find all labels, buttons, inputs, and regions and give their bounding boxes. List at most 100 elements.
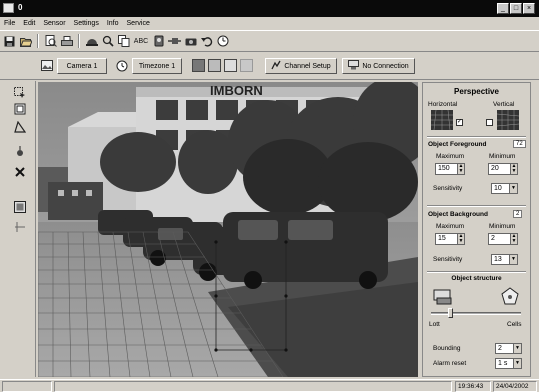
structure-title: Object structure <box>451 275 502 282</box>
delete-tool-icon[interactable] <box>13 166 27 180</box>
menu-settings[interactable]: Settings <box>74 20 99 27</box>
spin-arrows-icon[interactable]: ▲ ▼ <box>510 234 517 244</box>
horizontal-label: Horizontal <box>428 101 458 108</box>
camera-button-label: Camera 1 <box>66 62 98 70</box>
background-badge: 2 <box>513 210 523 218</box>
maximize-button[interactable]: □ <box>510 3 522 14</box>
magnifier-icon[interactable] <box>101 35 114 48</box>
separator <box>427 136 526 138</box>
menu-service[interactable]: Service <box>127 20 150 27</box>
no-connection-label: No Connection <box>362 62 409 70</box>
camera-icon[interactable] <box>184 35 197 48</box>
foreground-sensitivity-value: 10 <box>494 185 502 192</box>
horizontal-checkbox[interactable]: ✓ <box>456 119 463 126</box>
vertical-checkbox[interactable] <box>486 119 493 126</box>
background-sensitivity-select[interactable]: 13 ▼ <box>491 254 518 265</box>
abc-icon[interactable]: ABC <box>133 35 149 48</box>
separator <box>427 271 526 273</box>
select-tool-icon[interactable] <box>13 87 27 101</box>
background-sensitivity-label: Sensitivity <box>433 256 463 263</box>
foreground-minimum-value: 20 <box>491 165 499 172</box>
background-maximum-stepper[interactable]: 15 ▲ ▼ <box>435 233 465 245</box>
main-toolbar: ABC <box>0 30 539 52</box>
no-connection-button[interactable]: No Connection <box>342 58 415 74</box>
alarm-reset-select[interactable]: 1 s ▼ <box>495 358 522 369</box>
bounding-select[interactable]: 2 ▼ <box>495 343 522 354</box>
structure-right-label: Cells <box>507 321 522 328</box>
timezone-button[interactable]: Timezone 1 <box>132 58 182 74</box>
structure-slider-track[interactable] <box>431 312 521 315</box>
channel-setup-button[interactable]: Channel Setup <box>265 58 337 74</box>
color-swatch-empty[interactable] <box>240 59 253 72</box>
dropdown-arrow-icon[interactable]: ▼ <box>509 184 517 193</box>
timezone-clock-icon <box>115 60 128 72</box>
print-icon[interactable] <box>60 35 73 48</box>
color-swatch-mid[interactable] <box>208 59 221 72</box>
building-sign: IMBORN <box>210 83 263 98</box>
status-date: 24/04/2002 <box>493 381 537 392</box>
menu-file[interactable]: File <box>4 20 15 27</box>
camera-video-view[interactable]: IMBORN <box>38 82 418 377</box>
copy-icon[interactable] <box>117 35 130 48</box>
drawing-tools <box>0 81 36 377</box>
dropdown-arrow-icon[interactable]: ▼ <box>513 344 521 353</box>
open-icon[interactable] <box>19 35 32 48</box>
background-maximum-value: 15 <box>438 235 446 242</box>
title-bar: 0 _ □ × <box>0 0 539 17</box>
camera-scene: IMBORN <box>38 82 418 377</box>
undo-icon[interactable] <box>200 35 213 48</box>
line-tool-icon[interactable] <box>13 221 27 235</box>
spin-arrows-icon[interactable]: ▲ ▼ <box>457 234 464 244</box>
horizontal-perspective-icon[interactable] <box>431 109 453 131</box>
rectangle-structure-icon <box>433 289 455 305</box>
menu-edit[interactable]: Edit <box>23 20 35 27</box>
vertical-perspective-icon[interactable] <box>496 110 520 130</box>
timezone-button-label: Timezone 1 <box>138 62 176 70</box>
structure-slider-thumb[interactable] <box>448 308 453 318</box>
foreground-maximum-value: 150 <box>438 165 450 172</box>
color-swatch-light[interactable] <box>224 59 237 72</box>
dropdown-arrow-icon[interactable]: ▼ <box>513 359 521 368</box>
minimize-button[interactable]: _ <box>497 3 509 14</box>
status-cell-empty <box>2 381 52 392</box>
close-button[interactable]: × <box>523 3 535 14</box>
spin-arrows-icon[interactable]: ▲ ▼ <box>510 164 517 174</box>
foreground-maximum-stepper[interactable]: 150 ▲ ▼ <box>435 163 465 175</box>
menu-info[interactable]: Info <box>107 20 119 27</box>
status-cell-message <box>54 381 452 392</box>
foreground-maximum-label: Maximum <box>436 153 465 160</box>
background-minimum-value: 2 <box>491 235 495 242</box>
toolbar-separator <box>78 34 80 48</box>
network-icon[interactable] <box>168 35 181 48</box>
dropdown-arrow-icon[interactable]: ▼ <box>509 255 517 264</box>
print-preview-icon[interactable] <box>44 35 57 48</box>
background-minimum-stepper[interactable]: 2 ▲ ▼ <box>488 233 518 245</box>
background-sensitivity-value: 13 <box>494 256 502 263</box>
helmet-icon[interactable] <box>85 35 98 48</box>
move-tool-icon[interactable] <box>13 146 27 160</box>
background-minimum-label: Minimum <box>489 223 516 230</box>
panel-title: Perspective <box>454 87 499 96</box>
status-time: 19:36:43 <box>455 381 491 392</box>
structure-left-label: Lott <box>429 321 440 328</box>
camera-select-icon <box>40 60 53 72</box>
save-icon[interactable] <box>3 35 16 48</box>
foreground-sensitivity-label: Sensitivity <box>433 185 463 192</box>
polygon-tool-icon[interactable] <box>13 120 27 135</box>
foreground-sensitivity-select[interactable]: 10 ▼ <box>491 183 518 194</box>
spin-arrows-icon[interactable]: ▲ ▼ <box>457 164 464 174</box>
channel-setup-icon <box>271 60 281 72</box>
menu-sensor[interactable]: Sensor <box>43 20 65 27</box>
color-swatch-dark[interactable] <box>192 59 205 72</box>
camera-button[interactable]: Camera 1 <box>57 58 107 74</box>
region-tool-icon[interactable] <box>13 201 27 215</box>
bounding-value: 2 <box>498 345 502 352</box>
area-tool-icon[interactable] <box>13 103 27 117</box>
polygon-structure-icon <box>501 287 519 305</box>
sensor-icon[interactable] <box>152 35 165 48</box>
bounding-label: Bounding <box>433 345 461 352</box>
toolbar-separator <box>37 34 39 48</box>
foreground-minimum-stepper[interactable]: 20 ▲ ▼ <box>488 163 518 175</box>
clock-icon[interactable] <box>216 35 229 48</box>
channel-setup-label: Channel Setup <box>284 62 331 70</box>
